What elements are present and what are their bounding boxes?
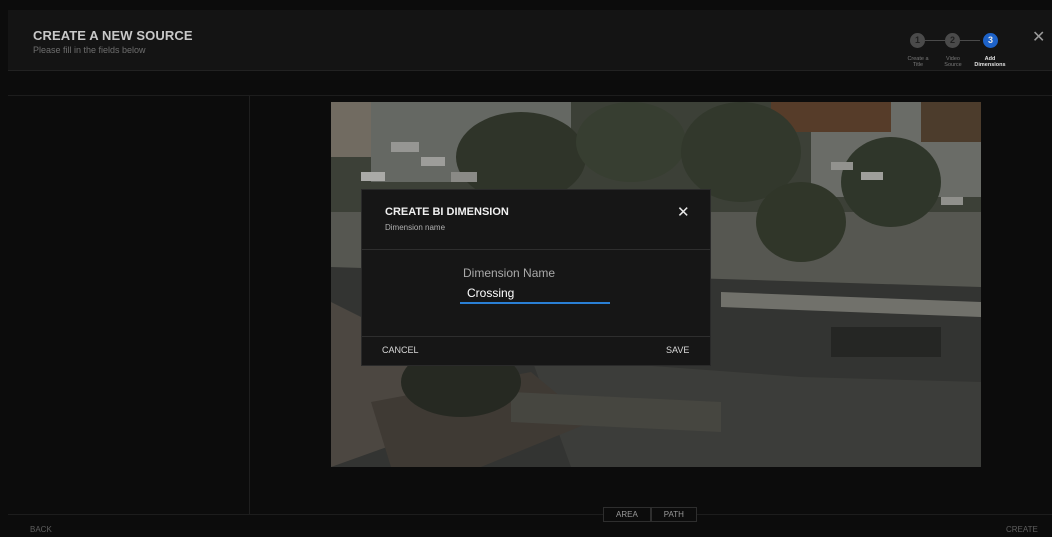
dialog-title: CREATE BI DIMENSION (385, 206, 509, 218)
back-button[interactable]: BACK (30, 525, 52, 534)
create-button[interactable]: CREATE (1006, 525, 1038, 534)
page-title: CREATE A NEW SOURCE (33, 28, 193, 43)
divider (362, 249, 710, 250)
dialog-subtitle: Dimension name (385, 223, 446, 232)
divider (362, 336, 710, 337)
step-3-label: Add Dimensions (970, 56, 1010, 68)
drawing-tools: AREA PATH (603, 507, 697, 522)
save-button[interactable]: SAVE (666, 345, 689, 355)
step-1-circle[interactable]: 1 (910, 33, 925, 48)
step-1-label: Create a Title (898, 56, 938, 68)
close-icon[interactable]: ✕ (677, 203, 690, 221)
step-2-label: Video Source (933, 56, 973, 68)
divider (8, 514, 1052, 515)
path-tool-button[interactable]: PATH (650, 507, 697, 522)
dimension-name-input[interactable] (460, 284, 610, 304)
step-3-circle[interactable]: 3 (983, 33, 998, 48)
step-2-label-line2: Source (944, 62, 962, 68)
create-dimension-dialog: CREATE BI DIMENSION Dimension name ✕ Dim… (361, 189, 711, 366)
step-1-label-line2: Title (912, 62, 924, 68)
step-2-circle[interactable]: 2 (945, 33, 960, 48)
stepper: 1 2 3 Create a Title Video Source Add Di… (903, 21, 1015, 71)
step-3-label-line2: Dimensions (974, 62, 1006, 68)
close-icon[interactable]: ✕ (1032, 30, 1045, 46)
area-tool-button[interactable]: AREA (603, 507, 651, 522)
stepper-connector (958, 40, 980, 41)
header-bar: CREATE A NEW SOURCE Please fill in the f… (8, 10, 1052, 71)
left-panel (8, 96, 250, 514)
page-subtitle: Please fill in the fields below (33, 45, 146, 55)
dimension-name-label: Dimension Name (463, 266, 556, 280)
stepper-connector (925, 40, 945, 41)
cancel-button[interactable]: CANCEL (382, 345, 419, 355)
